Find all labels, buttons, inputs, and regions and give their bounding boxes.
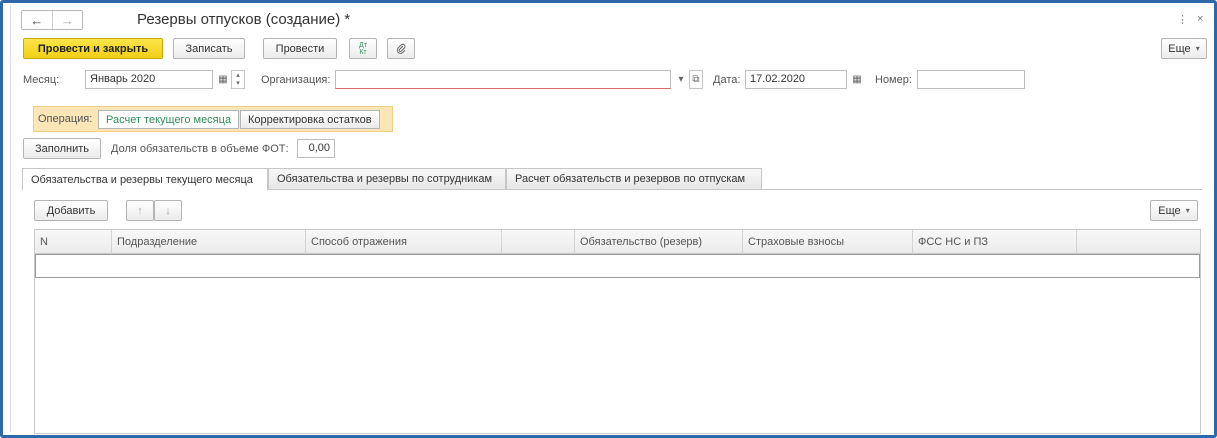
spin-up-icon: ▴ xyxy=(236,71,240,79)
fill-button[interactable]: Заполнить xyxy=(23,138,101,159)
data-table: N Подразделение Способ отражения Обязате… xyxy=(34,229,1201,434)
operation-option-current-month[interactable]: Расчет текущего месяца xyxy=(98,110,240,129)
back-button[interactable]: ← xyxy=(22,11,52,29)
move-down-button[interactable]: ↓ xyxy=(154,200,182,221)
organization-label: Организация: xyxy=(261,74,331,86)
calendar-icon[interactable]: ▦ xyxy=(215,70,231,89)
move-up-button[interactable]: ↑ xyxy=(126,200,154,221)
month-label: Месяц: xyxy=(23,74,60,86)
table-more-button[interactable]: Еще ▾ xyxy=(1150,200,1198,221)
forward-button[interactable]: → xyxy=(51,11,83,29)
column-header-empty[interactable] xyxy=(502,230,575,254)
tab-bar: Обязательства и резервы текущего месяца … xyxy=(22,168,1202,191)
post-and-close-button[interactable]: Провести и закрыть xyxy=(23,38,163,59)
arrow-right-icon: → xyxy=(60,12,74,28)
dt-kt-icon: Дт Кт xyxy=(359,41,367,56)
column-header-insurance-contributions[interactable]: Страховые взносы xyxy=(743,230,913,254)
date-field[interactable]: 17.02.2020 xyxy=(745,70,847,89)
page-title: Резервы отпусков (создание) * xyxy=(137,11,351,28)
fot-share-field[interactable]: 0,00 xyxy=(297,139,335,158)
title-bar: ← → Резервы отпусков (создание) * ⋮ × xyxy=(21,10,1203,34)
date-calendar-icon[interactable]: ▦ xyxy=(849,70,865,89)
column-header-obligation-reserve[interactable]: Обязательство (резерв) xyxy=(575,230,743,254)
organization-field[interactable] xyxy=(335,70,671,89)
operation-switch: Операция: Расчет текущего месяца Коррект… xyxy=(33,106,393,132)
column-header-fss-ns-pz[interactable]: ФСС НС и ПЗ xyxy=(913,230,1077,254)
navigation-group: ← → xyxy=(21,10,83,30)
open-icon[interactable]: ⧉ xyxy=(689,70,703,89)
date-label: Дата: xyxy=(713,74,741,86)
paperclip-icon xyxy=(396,43,406,54)
dt-kt-button[interactable]: Дт Кт xyxy=(349,38,377,59)
number-field[interactable] xyxy=(917,70,1025,89)
operation-option-balance-correction[interactable]: Корректировка остатков xyxy=(240,110,380,129)
more-button[interactable]: Еще ▾ xyxy=(1161,38,1207,59)
more-menu-icon[interactable]: ⋮ xyxy=(1177,13,1188,26)
spin-down-icon: ▾ xyxy=(236,79,240,87)
chevron-down-icon: ▾ xyxy=(1195,44,1200,53)
arrow-down-icon: ↓ xyxy=(165,204,171,217)
table-row[interactable] xyxy=(35,254,1200,278)
tab-current-month[interactable]: Обязательства и резервы текущего месяца xyxy=(22,168,268,191)
arrow-left-icon: ← xyxy=(30,12,44,28)
arrow-up-icon: ↑ xyxy=(137,204,143,217)
month-spinner[interactable]: ▴ ▾ xyxy=(231,70,245,89)
column-header-extra[interactable] xyxy=(1077,230,1200,254)
month-field[interactable]: Январь 2020 xyxy=(85,70,213,89)
chevron-down-icon: ▾ xyxy=(1185,206,1190,215)
operation-label: Операция: xyxy=(38,113,93,125)
more-label: Еще xyxy=(1168,42,1191,55)
save-button[interactable]: Записать xyxy=(173,38,245,59)
column-header-department[interactable]: Подразделение xyxy=(112,230,306,254)
dropdown-icon[interactable]: ▾ xyxy=(673,70,689,89)
table-more-label: Еще xyxy=(1158,204,1181,217)
tab-vacation-calculation[interactable]: Расчет обязательств и резервов по отпуск… xyxy=(506,168,762,190)
add-button[interactable]: Добавить xyxy=(34,200,108,221)
number-label: Номер: xyxy=(875,74,912,86)
fot-share-label: Доля обязательств в объеме ФОТ: xyxy=(111,143,289,155)
attachment-button[interactable] xyxy=(387,38,415,59)
column-header-reflection-method[interactable]: Способ отражения xyxy=(306,230,502,254)
close-icon[interactable]: × xyxy=(1197,13,1203,25)
table-header: N Подразделение Способ отражения Обязате… xyxy=(35,230,1200,254)
column-header-n[interactable]: N xyxy=(35,230,112,254)
tab-by-employees[interactable]: Обязательства и резервы по сотрудникам xyxy=(268,168,506,190)
post-button[interactable]: Провести xyxy=(263,38,337,59)
